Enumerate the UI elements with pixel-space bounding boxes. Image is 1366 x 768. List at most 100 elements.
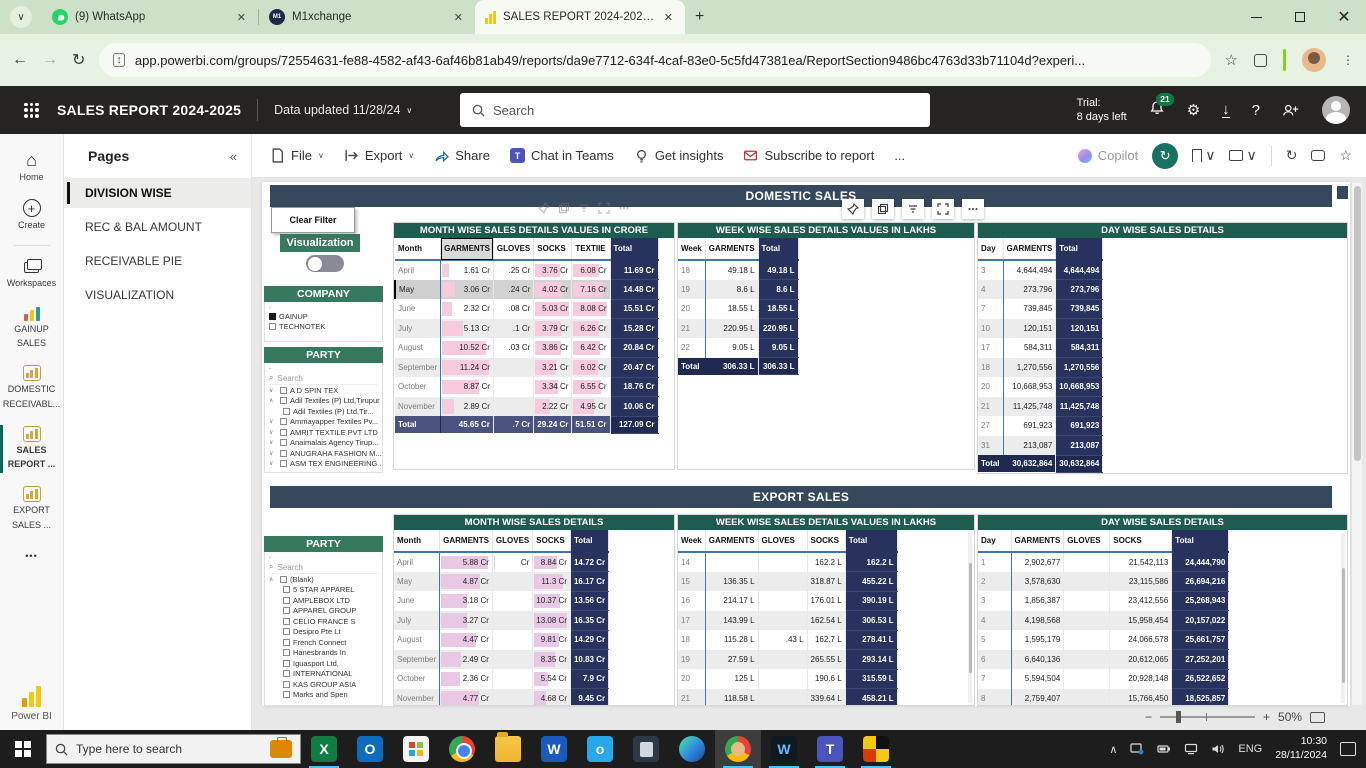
table-cell[interactable]: 1.61 Cr	[441, 260, 494, 280]
tab-search-chevron-icon[interactable]: ∨	[10, 6, 32, 28]
table-cell[interactable]: 7	[978, 669, 1011, 689]
table-cell[interactable]: 3,578,630	[1011, 572, 1064, 592]
table-cell[interactable]	[758, 552, 807, 572]
column-header[interactable]: GARMENTS	[440, 530, 493, 552]
table-cell[interactable]: 8.6 L	[705, 280, 758, 300]
column-header[interactable]: Day	[978, 530, 1011, 552]
filter-item[interactable]: APPAREL GROUP	[269, 606, 382, 617]
table-cell[interactable]: 49.18 L	[705, 260, 758, 280]
tab-close-icon[interactable]: ✕	[235, 11, 248, 24]
snip-tool-icon[interactable]	[1130, 743, 1144, 755]
table-cell[interactable]: 27	[978, 416, 1003, 436]
table-cell[interactable]: 315.59 L	[845, 669, 897, 689]
taskbar-app-word[interactable]: W	[531, 730, 577, 768]
expand-chevron-icon[interactable]: ∧	[269, 576, 277, 583]
table-cell[interactable]: .08 Cr	[493, 299, 533, 319]
table-cell[interactable]: 3.06 Cr	[441, 280, 494, 300]
action-center-icon[interactable]	[1340, 742, 1356, 756]
checkbox[interactable]	[283, 639, 290, 646]
table-cell[interactable]: 4.87 Cr	[440, 572, 493, 592]
table-cell[interactable]: 136.35 L	[705, 572, 758, 592]
expand-chevron-icon[interactable]: ∨	[269, 387, 277, 394]
table-cell[interactable]: 17	[978, 338, 1003, 358]
table-cell[interactable]: 21	[978, 397, 1003, 417]
column-header[interactable]: Week	[678, 238, 705, 260]
table-cell[interactable]	[705, 552, 758, 572]
table-cell[interactable]: 4	[978, 611, 1011, 631]
table-cell[interactable]: 4,644,494	[1003, 260, 1056, 280]
table-cell[interactable]: 8.87 Cr	[441, 377, 494, 397]
collapse-pane-icon[interactable]: «	[230, 149, 237, 164]
checkbox[interactable]	[283, 649, 290, 656]
table-cell[interactable]	[1064, 591, 1110, 611]
table-cell[interactable]	[1064, 669, 1110, 689]
table-cell[interactable]: May	[394, 572, 440, 592]
restore-button[interactable]	[1278, 0, 1322, 34]
table-cell[interactable]: 15,958,454	[1110, 611, 1172, 631]
page-item-receivable-pie[interactable]: RECEIVABLE PIE	[64, 246, 251, 276]
column-header[interactable]: SOCKS	[534, 238, 572, 260]
table-cell[interactable]: July	[395, 319, 441, 339]
browser-avatar[interactable]	[1302, 48, 1326, 72]
column-header[interactable]: SOCKS	[533, 530, 571, 552]
table-cell[interactable]	[1064, 630, 1110, 650]
start-button[interactable]	[0, 730, 46, 768]
table-cell[interactable]: 10.06 Cr	[610, 397, 658, 417]
table-cell[interactable]: 1,270,556	[1056, 358, 1103, 378]
table-cell[interactable]: 11.24 Cr	[441, 358, 494, 378]
table-cell[interactable]: 7.16 Cr	[572, 280, 610, 300]
taskbar-app-store[interactable]	[393, 730, 439, 768]
table-cell[interactable]: Cr	[492, 552, 532, 572]
table-cell[interactable]: 339.64 L	[807, 689, 845, 707]
table-cell[interactable]: 584,311	[1056, 338, 1103, 358]
table-cell[interactable]: 120,151	[1003, 319, 1056, 339]
column-header[interactable]: Total	[610, 238, 658, 260]
column-header[interactable]: Day	[978, 238, 1003, 260]
table-cell[interactable]: 17	[678, 611, 705, 631]
column-header[interactable]: GLOVES	[1064, 530, 1110, 552]
invite-people-icon[interactable]	[1282, 103, 1300, 117]
expand-chevron-icon[interactable]: ∨	[269, 439, 277, 446]
filter-item[interactable]: ∧(Blank)	[269, 574, 382, 585]
table-cell[interactable]: .7 Cr	[493, 416, 533, 433]
checkbox[interactable]	[280, 460, 287, 467]
focus-mode-icon[interactable]	[598, 202, 610, 214]
table-cell[interactable]	[492, 669, 532, 689]
table-cell[interactable]: October	[395, 377, 441, 397]
rail-item-sales[interactable]: SALESREPORT ...	[0, 419, 64, 480]
table-cell[interactable]: September	[395, 358, 441, 378]
table-cell[interactable]: 162.7 L	[807, 630, 845, 650]
checkbox[interactable]	[283, 628, 290, 635]
table-cell[interactable]	[492, 572, 532, 592]
table-cell[interactable]	[492, 650, 532, 670]
page-item-visualization[interactable]: VISUALIZATION	[64, 280, 251, 310]
select-all-dot[interactable]: .	[269, 365, 382, 372]
checkbox[interactable]	[280, 397, 287, 404]
visual-scrollbar[interactable]	[1341, 533, 1345, 703]
table-cell[interactable]: 220.95 L	[705, 319, 758, 339]
checkbox[interactable]	[280, 418, 287, 425]
fit-to-page-icon[interactable]	[1310, 712, 1325, 723]
filter-item[interactable]: CELIO FRANCE S	[269, 616, 382, 627]
table-cell[interactable]: 3	[978, 591, 1011, 611]
table-cell[interactable]: 4.95 Cr	[572, 397, 610, 417]
table-cell[interactable]: 10	[978, 319, 1003, 339]
table-cell[interactable]: 162.2 L	[807, 552, 845, 572]
taskbar-app-outlook-classic[interactable]: o	[577, 730, 623, 768]
table-cell[interactable]: April	[394, 552, 440, 572]
table-cell[interactable]: 5.54 Cr	[533, 669, 571, 689]
tray-chevron-up-icon[interactable]: ∧	[1109, 743, 1117, 756]
table-cell[interactable]: 4.02 Cr	[534, 280, 572, 300]
table-cell[interactable]: May	[395, 280, 441, 300]
taskbar-app-chrome[interactable]	[439, 730, 485, 768]
column-header[interactable]: SOCKS	[807, 530, 845, 552]
forward-icon[interactable]: →	[42, 51, 58, 69]
table-cell[interactable]: 49.18 L	[758, 260, 798, 280]
table-cell[interactable]: 30,632,864	[1056, 455, 1103, 472]
table-cell[interactable]	[758, 572, 807, 592]
table-cell[interactable]: 23,115,586	[1110, 572, 1172, 592]
filter-item[interactable]: GAINUP	[269, 311, 382, 322]
bookmark-star-icon[interactable]: ☆	[1225, 51, 1238, 69]
table-cell[interactable]	[758, 689, 807, 707]
party-search-input[interactable]: ⌕ Search	[269, 372, 378, 385]
